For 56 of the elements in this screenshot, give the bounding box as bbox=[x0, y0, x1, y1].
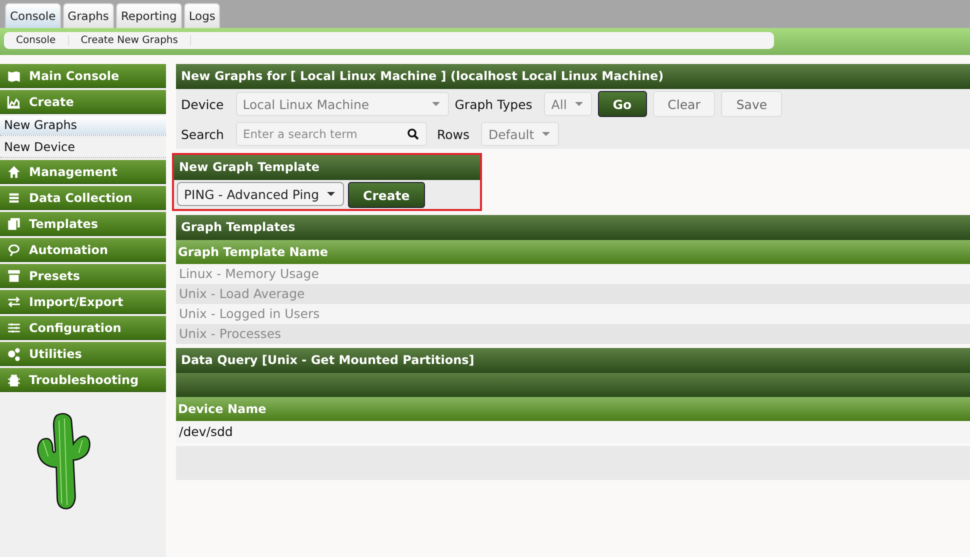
clear-button[interactable]: Clear bbox=[652, 91, 716, 117]
field-label: Graph Types bbox=[454, 96, 532, 112]
table-cell: /dev/sdd bbox=[176, 421, 970, 443]
arrows-icon bbox=[7, 294, 21, 308]
template-dropdown[interactable]: PING - Advanced Ping bbox=[177, 182, 344, 206]
sliders-icon bbox=[7, 320, 21, 334]
menu-item[interactable]: New Graphs bbox=[0, 116, 166, 136]
search-field[interactable]: Enter a search term bbox=[236, 122, 427, 146]
bug-icon bbox=[7, 372, 21, 386]
field-label: Rows bbox=[436, 126, 470, 142]
column-header: Device Name bbox=[176, 397, 970, 421]
home-icon bbox=[7, 164, 21, 178]
menu-header[interactable]: Troubleshooting bbox=[0, 368, 166, 392]
archive-icon bbox=[7, 268, 21, 282]
section-title: New Graph Template bbox=[174, 155, 480, 180]
device-dropdown[interactable]: Local Linux Machine bbox=[236, 92, 449, 116]
breadcrumb-link[interactable]: Create New Graphs bbox=[68, 35, 191, 46]
menu-header[interactable]: Import/Export bbox=[0, 290, 166, 314]
column-header: Graph Template Name bbox=[176, 240, 970, 264]
menu-header[interactable]: Data Collection bbox=[0, 186, 166, 210]
caret-icon bbox=[542, 132, 550, 136]
section-title: Graph Templates bbox=[176, 215, 970, 240]
table-cell: Unix - Logged in Users bbox=[176, 304, 970, 324]
breadcrumb-link[interactable]: Console bbox=[4, 35, 69, 46]
menu-header[interactable]: Management bbox=[0, 160, 166, 184]
menu-header[interactable]: Templates bbox=[0, 212, 166, 236]
caret-icon bbox=[327, 192, 336, 196]
map-icon bbox=[7, 68, 21, 82]
graph-types-dropdown[interactable]: All bbox=[544, 92, 592, 116]
menu-header[interactable]: Presets bbox=[0, 264, 166, 288]
menu-header[interactable]: Automation bbox=[0, 238, 166, 262]
go-button[interactable]: Go bbox=[598, 91, 647, 117]
caret-icon bbox=[432, 102, 440, 106]
table-cell: Linux - Memory Usage bbox=[176, 264, 970, 284]
create-button[interactable]: Create bbox=[348, 182, 425, 208]
search-icon bbox=[406, 128, 419, 140]
section-title: Data Query [Unix - Get Mounted Partitions] bbox=[176, 348, 970, 373]
loop-icon bbox=[7, 242, 21, 256]
menu-header[interactable]: Create bbox=[0, 90, 166, 114]
menu-header[interactable]: Configuration bbox=[0, 316, 166, 340]
save-button[interactable]: Save bbox=[721, 91, 782, 117]
chart-icon bbox=[7, 94, 21, 108]
nav-tab[interactable]: Reporting bbox=[116, 3, 182, 28]
section-title: New Graphs for [ Local Linux Machine ] (localhost Local Linux Machine) bbox=[176, 64, 970, 89]
field-label: Search bbox=[181, 126, 224, 142]
nav-tab[interactable]: Logs bbox=[184, 3, 220, 28]
menu-header[interactable]: Utilities bbox=[0, 342, 166, 366]
copy-icon bbox=[7, 216, 21, 230]
rows-dropdown[interactable]: Default bbox=[481, 122, 560, 146]
table-cell: Unix - Load Average bbox=[176, 284, 970, 304]
field-label: Device bbox=[181, 96, 224, 112]
table-cell: Unix - Processes bbox=[176, 324, 970, 344]
menu-header[interactable]: Main Console bbox=[0, 64, 166, 88]
nav-tab[interactable]: Console bbox=[5, 3, 61, 28]
caret-icon bbox=[574, 102, 583, 106]
nav-tab[interactable]: Graphs bbox=[62, 3, 114, 28]
